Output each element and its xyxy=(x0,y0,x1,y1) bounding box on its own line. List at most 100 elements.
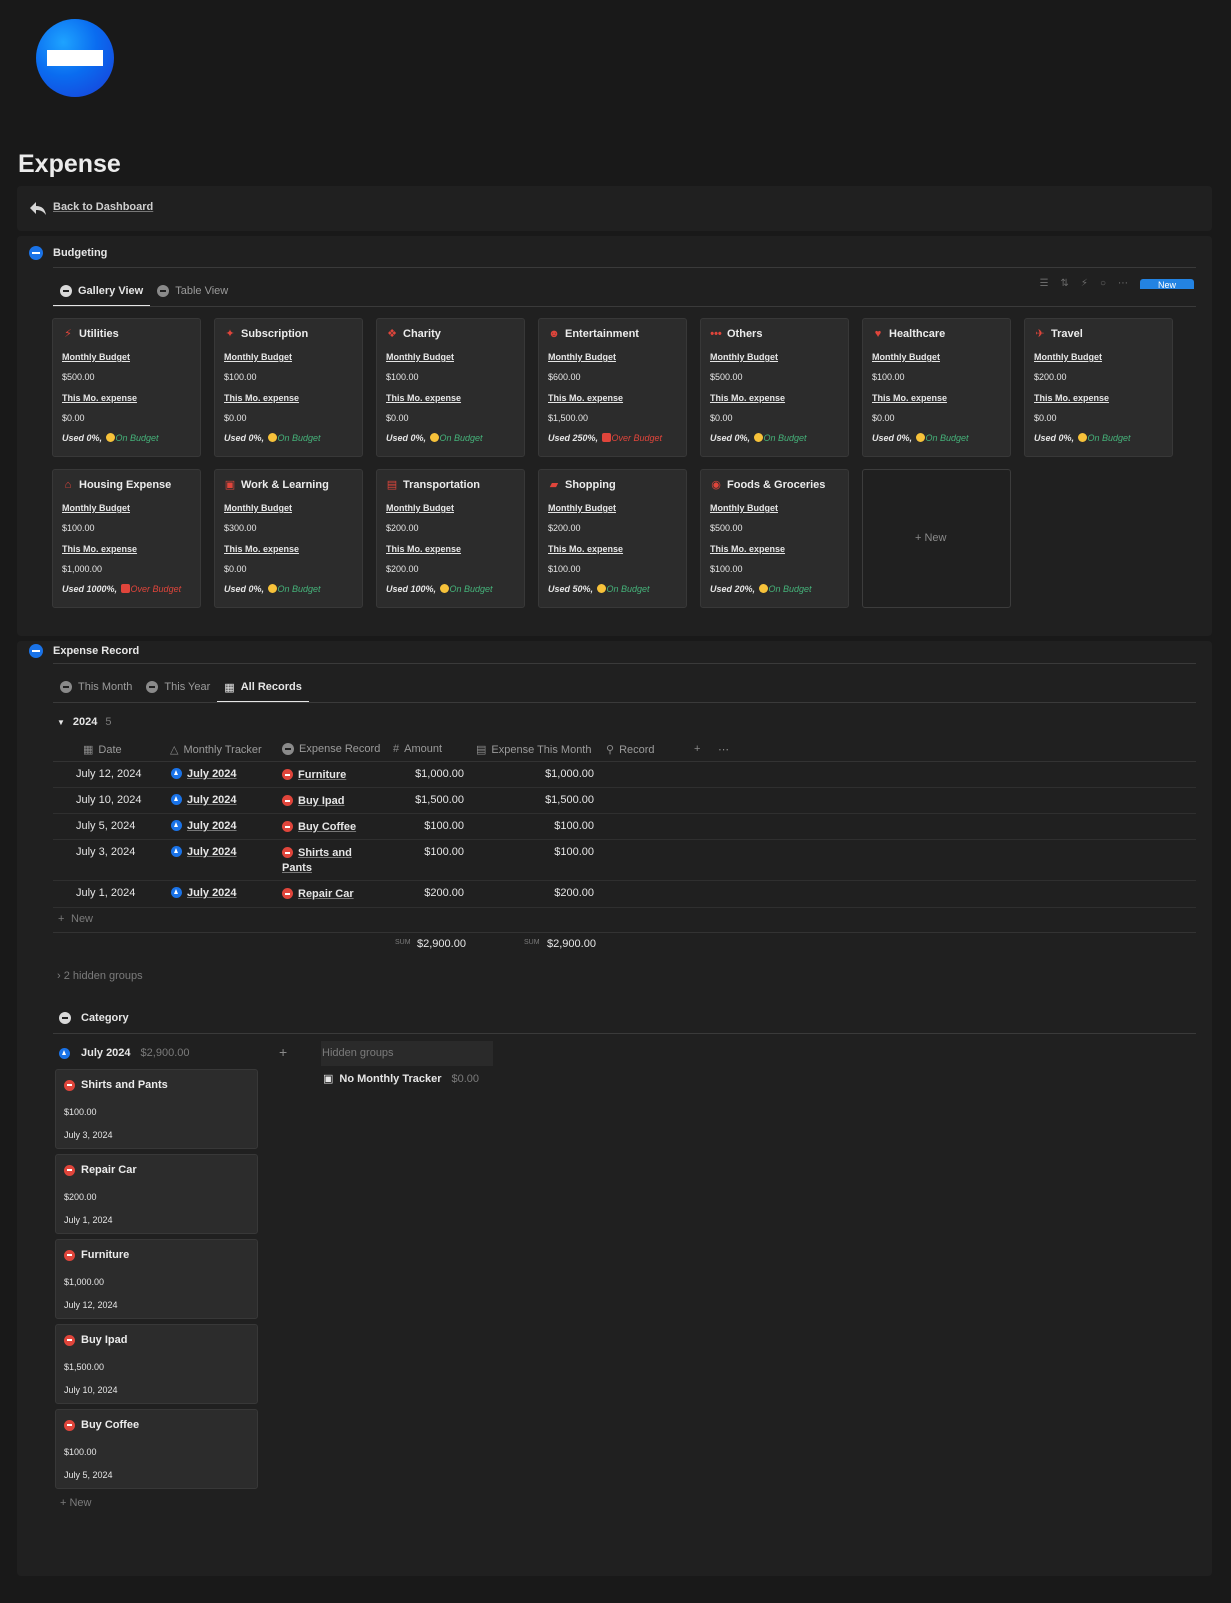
budget-card[interactable]: ☻ Entertainment Monthly Budget $600.00 This … xyxy=(538,318,687,457)
budget-card[interactable]: ♥ Healthcare Monthly Budget $100.00 This Mo.… xyxy=(862,318,1011,457)
search-icon[interactable]: ○ xyxy=(1100,278,1106,289)
column-date[interactable]: ▦ Date xyxy=(83,743,122,757)
board-card[interactable]: Buy Coffee $100.00 July 5, 2024 xyxy=(55,1409,258,1489)
record-link[interactable]: Repair Car xyxy=(298,888,354,900)
automation-icon[interactable]: ⚡ xyxy=(1081,278,1088,289)
record-cell: Shirts and Pants xyxy=(282,846,352,876)
new-button[interactable]: New xyxy=(1140,278,1194,289)
new-category-card[interactable]: + New xyxy=(60,1497,92,1509)
hidden-groups-toggle[interactable]: › 2 hidden groups xyxy=(57,970,143,982)
month-cell: $1,500.00 xyxy=(545,794,594,806)
column-expense-this-month[interactable]: ▤ Expense This Month xyxy=(476,743,591,757)
expense-record-block: Expense Record This Month This Year ▦ Al… xyxy=(17,641,1212,1576)
utensils-icon: ◉ xyxy=(711,479,721,491)
budget-card[interactable]: ▤ Transportation Monthly Budget $200.00 This… xyxy=(376,469,525,608)
tracker-link[interactable]: July 2024 xyxy=(187,887,237,899)
table-row[interactable]: July 1, 2024 July 2024 Repair Car $200.00 $2… xyxy=(53,881,1196,908)
column-options-icon[interactable]: ⋯ xyxy=(718,743,729,756)
budget-card[interactable]: ✦ Subscription Monthly Budget $100.00 This M… xyxy=(214,318,363,457)
budget-card[interactable]: ◉ Foods & Groceries Monthly Budget $500.00 T… xyxy=(700,469,849,608)
tab-this-month[interactable]: This Month xyxy=(53,673,139,701)
board-card-date: July 12, 2024 xyxy=(64,1300,118,1310)
monthly-budget-value: $100.00 xyxy=(224,372,257,382)
budget-status: Used 0%, On Budget xyxy=(62,433,159,443)
budget-status: Used 0%, On Budget xyxy=(710,433,807,443)
board-column-july-2024[interactable]: July 2024 $2,900.00 xyxy=(59,1047,189,1059)
this-month-icon xyxy=(60,681,72,693)
this-month-expense-value: $0.00 xyxy=(224,564,247,574)
budget-card[interactable]: ▰ Shopping Monthly Budget $200.00 This Mo. e… xyxy=(538,469,687,608)
status-text: On Budget xyxy=(1087,433,1131,443)
board-card[interactable]: Shirts and Pants $100.00 July 3, 2024 xyxy=(55,1069,258,1149)
category-header[interactable]: Category xyxy=(59,1012,129,1024)
new-record-row[interactable]: + New xyxy=(53,908,1196,933)
record-cell: Buy Ipad xyxy=(282,794,344,809)
column-expense-record[interactable]: Expense Record xyxy=(282,743,380,755)
monthly-budget-value: $300.00 xyxy=(224,523,257,533)
budget-card[interactable]: ▣ Work & Learning Monthly Budget $300.00 Thi… xyxy=(214,469,363,608)
column-monthly-tracker[interactable]: △ Monthly Tracker xyxy=(170,743,262,757)
table-row[interactable]: July 10, 2024 July 2024 Buy Ipad $1,500.00 $… xyxy=(53,788,1196,814)
monthly-budget-label: Monthly Budget xyxy=(386,352,454,362)
board-card-amount: $1,000.00 xyxy=(64,1277,105,1287)
column-amount[interactable]: # Amount xyxy=(393,743,442,755)
filter-icon[interactable]: ☰ xyxy=(1040,278,1049,289)
record-link[interactable]: Buy Coffee xyxy=(298,821,356,833)
budget-card[interactable]: ⚡ Utilities Monthly Budget $500.00 This Mo. … xyxy=(52,318,201,457)
tracker-link[interactable]: July 2024 xyxy=(187,846,237,858)
more-options-icon[interactable]: ⋯ xyxy=(1118,278,1128,289)
budget-card-name: Travel xyxy=(1051,328,1083,340)
budget-card[interactable]: ❖ Charity Monthly Budget $100.00 This Mo. ex… xyxy=(376,318,525,457)
tab-all-records[interactable]: ▦ All Records xyxy=(217,673,309,703)
budget-card[interactable]: ✈ Travel Monthly Budget $200.00 This Mo. exp… xyxy=(1024,318,1173,457)
board-card-title: Buy Ipad xyxy=(64,1334,127,1346)
budgeting-block: Budgeting Gallery View Table View ☰ ⇅ ⚡ … xyxy=(17,236,1212,636)
budget-status: Used 250%, Over Budget xyxy=(548,433,662,443)
no-monthly-tracker-group[interactable]: ▣ No Monthly Tracker $0.00 xyxy=(323,1072,479,1086)
record-link[interactable]: Shirts and xyxy=(298,847,352,859)
used-percent: Used 0%, xyxy=(1034,433,1077,443)
group-2024-header[interactable]: ▼ 2024 5 xyxy=(57,716,112,728)
sum-label-month: SUM xyxy=(524,939,540,946)
this-month-expense-value: $0.00 xyxy=(872,413,895,423)
mask-icon: ☻ xyxy=(548,328,560,340)
budget-status: Used 50%, On Budget xyxy=(548,584,650,594)
record-link[interactable]: Furniture xyxy=(298,769,346,781)
tab-gallery-view[interactable]: Gallery View xyxy=(53,277,151,307)
back-to-dashboard-link[interactable]: Back to Dashboard xyxy=(53,201,153,213)
tab-table-view[interactable]: Table View xyxy=(150,277,235,305)
budget-status: Used 100%, On Budget xyxy=(386,584,493,594)
board-card-title: Furniture xyxy=(64,1249,129,1261)
triangle-icon xyxy=(171,768,182,779)
table-row[interactable]: July 12, 2024 July 2024 Furniture $1,000.00… xyxy=(53,762,1196,788)
budget-card-title: ••• Others xyxy=(710,328,762,340)
sort-icon[interactable]: ⇅ xyxy=(1061,278,1069,289)
triangle-icon xyxy=(171,794,182,805)
tracker-link[interactable]: July 2024 xyxy=(187,820,237,832)
budget-card-name: Subscription xyxy=(241,328,309,340)
tab-this-year[interactable]: This Year xyxy=(139,673,217,701)
monthly-budget-label: Monthly Budget xyxy=(710,503,778,513)
column-record[interactable]: ⚲ Record xyxy=(606,743,655,757)
table-row[interactable]: July 3, 2024 July 2024 Shirts and Pants $100… xyxy=(53,840,1196,881)
board-card-amount: $1,500.00 xyxy=(64,1362,105,1372)
record-link-line2[interactable]: Pants xyxy=(282,862,312,874)
table-row[interactable]: July 5, 2024 July 2024 Buy Coffee $100.00 $1… xyxy=(53,814,1196,840)
board-card[interactable]: Buy Ipad $1,500.00 July 10, 2024 xyxy=(55,1324,258,1404)
budget-card-title: ♥ Healthcare xyxy=(872,328,946,340)
add-column-icon[interactable]: + xyxy=(694,743,700,755)
tracker-link[interactable]: July 2024 xyxy=(187,794,237,806)
monthly-budget-label: Monthly Budget xyxy=(224,503,292,513)
tracker-link[interactable]: July 2024 xyxy=(187,768,237,780)
page-icon[interactable] xyxy=(36,19,114,97)
board-card[interactable]: Repair Car $200.00 July 1, 2024 xyxy=(55,1154,258,1234)
new-budget-card[interactable]: + New xyxy=(862,469,1011,608)
budget-card[interactable]: ⌂ Housing Expense Monthly Budget $100.00 Thi… xyxy=(52,469,201,608)
add-group-icon[interactable]: + xyxy=(279,1044,287,1060)
budget-card[interactable]: ••• Others Monthly Budget $500.00 This Mo. e… xyxy=(700,318,849,457)
board-card[interactable]: Furniture $1,000.00 July 12, 2024 xyxy=(55,1239,258,1319)
dots-icon: ••• xyxy=(710,328,722,340)
this-month-expense-label: This Mo. expense xyxy=(710,544,786,554)
car-icon: ▤ xyxy=(386,479,398,491)
record-link[interactable]: Buy Ipad xyxy=(298,795,344,807)
